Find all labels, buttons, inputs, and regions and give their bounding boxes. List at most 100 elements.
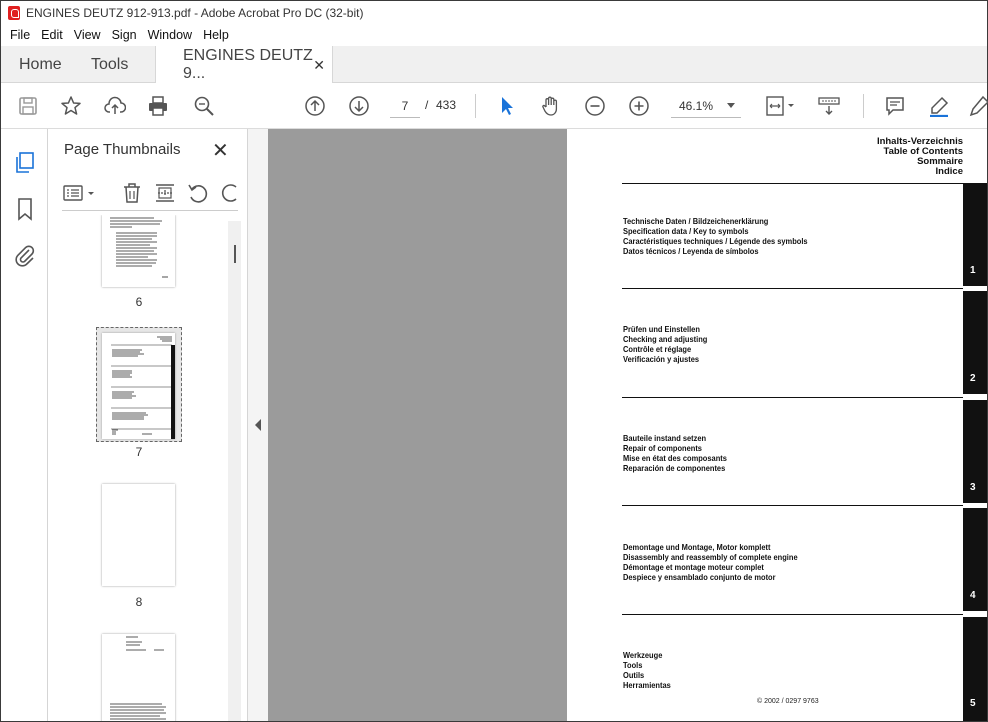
acrobat-icon bbox=[8, 5, 20, 20]
save-icon[interactable] bbox=[15, 93, 41, 119]
section-line-de: Werkzeuge bbox=[623, 650, 663, 660]
section-line-en: Disassembly and reassembly of complete e… bbox=[623, 552, 798, 562]
tab-document[interactable]: ENGINES DEUTZ 9... ✕ bbox=[155, 46, 333, 84]
thumbnail-page-8[interactable] bbox=[102, 484, 175, 586]
section-line-de: Demontage und Montage, Motor komplett bbox=[623, 542, 771, 552]
menu-bar: File Edit View Sign Window Help bbox=[1, 24, 987, 46]
draw-pen-icon[interactable] bbox=[966, 93, 988, 119]
section-line-en: Checking and adjusting bbox=[623, 334, 708, 344]
thumbnail-options-icon[interactable] bbox=[62, 181, 98, 205]
thumbnail-page-9[interactable] bbox=[102, 634, 175, 721]
toc-header: Inhalts-Verzeichnis Table of Contents So… bbox=[877, 137, 963, 177]
comment-icon[interactable] bbox=[882, 93, 908, 119]
left-navigation-rail bbox=[1, 129, 48, 721]
next-page-icon[interactable] bbox=[346, 93, 372, 119]
section-line-de: Prüfen und Einstellen bbox=[623, 324, 700, 334]
thumbnail-label: 8 bbox=[135, 595, 143, 609]
select-cursor-icon[interactable] bbox=[494, 93, 520, 119]
title-bar: ENGINES DEUTZ 912-913.pdf - Adobe Acroba… bbox=[1, 1, 987, 24]
thumbnail-label: 7 bbox=[135, 445, 143, 459]
section-title: Demontage und Montage, Motor komplett Di… bbox=[623, 542, 798, 582]
chevron-down-icon bbox=[727, 103, 735, 108]
section-line-es: Reparación de componentes bbox=[623, 463, 726, 473]
toc-header-line: Indice bbox=[935, 166, 963, 177]
collapse-panel-icon[interactable] bbox=[255, 419, 261, 431]
panel-splitter[interactable] bbox=[248, 129, 268, 721]
toolbar: / 433 46.1% bbox=[1, 83, 988, 129]
tab-bar: Home Tools ENGINES DEUTZ 9... ✕ bbox=[1, 46, 987, 84]
menu-view[interactable]: View bbox=[74, 28, 101, 42]
panel-title: Page Thumbnails bbox=[64, 141, 181, 158]
print-icon[interactable] bbox=[145, 93, 171, 119]
window-title: ENGINES DEUTZ 912-913.pdf - Adobe Acroba… bbox=[26, 5, 364, 20]
tab-tools[interactable]: Tools bbox=[91, 46, 128, 83]
section-line-fr: Outils bbox=[623, 670, 645, 680]
section-number: 2 bbox=[970, 373, 976, 384]
menu-edit[interactable]: Edit bbox=[41, 28, 63, 42]
star-icon[interactable] bbox=[58, 93, 84, 119]
section-number: 3 bbox=[970, 482, 976, 493]
section-title: Bauteile instand setzen Repair of compon… bbox=[623, 433, 727, 473]
section-line-es: Despiece y ensamblado conjunto de motor bbox=[623, 572, 776, 582]
zoom-level-value: 46.1% bbox=[679, 98, 714, 113]
zoom-out-icon[interactable] bbox=[582, 93, 608, 119]
cloud-upload-icon[interactable] bbox=[102, 93, 128, 119]
section-divider bbox=[622, 505, 963, 506]
section-title: Werkzeuge Tools Outils Herramientas bbox=[623, 650, 671, 690]
close-tab-icon[interactable]: ✕ bbox=[313, 57, 325, 74]
page-number-input[interactable] bbox=[390, 94, 420, 118]
page-separator: / bbox=[425, 98, 429, 112]
section-divider bbox=[622, 397, 963, 398]
menu-file[interactable]: File bbox=[10, 28, 30, 42]
thumbnail-label: 6 bbox=[135, 295, 143, 309]
section-line-es: Datos técnicos / Leyenda de símbolos bbox=[623, 246, 759, 256]
menu-window[interactable]: Window bbox=[148, 28, 192, 42]
rotate-counterclockwise-icon[interactable] bbox=[186, 181, 210, 205]
attachment-icon[interactable] bbox=[13, 243, 37, 267]
previous-page-icon[interactable] bbox=[302, 93, 328, 119]
zoom-search-icon[interactable] bbox=[191, 93, 217, 119]
rotate-clockwise-icon[interactable] bbox=[218, 181, 238, 205]
zoom-level-dropdown[interactable]: 46.1% bbox=[671, 94, 741, 118]
bookmark-icon[interactable] bbox=[13, 197, 37, 221]
close-panel-icon[interactable]: ✕ bbox=[212, 138, 229, 163]
scroll-mode-icon[interactable] bbox=[816, 93, 842, 119]
section-divider bbox=[622, 614, 963, 615]
section-line-en: Repair of components bbox=[623, 443, 702, 453]
menu-sign[interactable]: Sign bbox=[112, 28, 137, 42]
section-line-fr: Caractéristiques techniques / Légende de… bbox=[623, 236, 808, 246]
section-number: 5 bbox=[970, 698, 976, 709]
section-line-en: Specification data / Key to symbols bbox=[623, 226, 749, 236]
section-line-de: Technische Daten / Bildzeichenerklärung bbox=[623, 216, 769, 226]
hand-tool-icon[interactable] bbox=[538, 93, 564, 119]
menu-help[interactable]: Help bbox=[203, 28, 229, 42]
tab-document-label: ENGINES DEUTZ 9... bbox=[183, 47, 313, 82]
zoom-in-icon[interactable] bbox=[626, 93, 652, 119]
section-divider bbox=[622, 183, 963, 184]
section-title: Prüfen und Einstellen Checking and adjus… bbox=[623, 324, 707, 364]
copyright-note: © 2002 / 0297 9763 bbox=[757, 698, 819, 705]
thumbnail-toolbar bbox=[62, 175, 238, 211]
section-divider bbox=[622, 288, 963, 289]
page-thumbnails-icon[interactable] bbox=[13, 151, 37, 175]
section-number: 1 bbox=[970, 265, 976, 276]
thumbnail-page-7[interactable] bbox=[102, 333, 175, 439]
page-total: 433 bbox=[436, 98, 457, 112]
thumbnail-page-6[interactable] bbox=[102, 215, 175, 287]
pdf-page: Inhalts-Verzeichnis Table of Contents So… bbox=[567, 129, 987, 721]
document-view[interactable]: Inhalts-Verzeichnis Table of Contents So… bbox=[268, 129, 987, 721]
section-line-fr: Contrôle et réglage bbox=[623, 344, 692, 354]
section-line-es: Verificación y ajustes bbox=[623, 354, 700, 364]
highlight-pen-icon[interactable] bbox=[926, 93, 952, 119]
section-line-en: Tools bbox=[623, 660, 643, 670]
thumbnail-list: 6 7 8 bbox=[48, 215, 248, 721]
insert-page-icon[interactable] bbox=[153, 181, 177, 205]
page-thumbnails-panel: Page Thumbnails ✕ 6 7 8 bbox=[48, 129, 248, 721]
section-line-es: Herramientas bbox=[623, 680, 671, 690]
delete-page-icon[interactable] bbox=[120, 181, 144, 205]
toolbar-divider bbox=[475, 94, 476, 118]
section-number: 4 bbox=[970, 590, 976, 601]
toolbar-divider bbox=[863, 94, 864, 118]
page-fit-icon[interactable] bbox=[762, 93, 798, 119]
tab-home[interactable]: Home bbox=[19, 46, 62, 83]
